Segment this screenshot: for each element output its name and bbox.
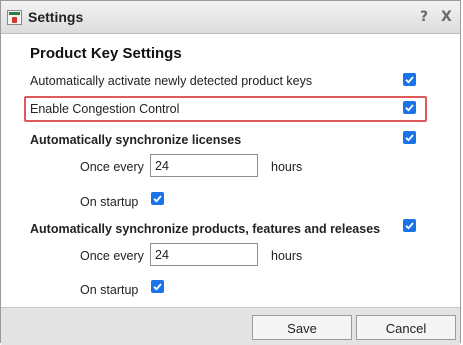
cancel-button[interactable]: Cancel [356, 315, 456, 340]
licenses-interval-unit: hours [271, 160, 303, 174]
check-icon [405, 76, 414, 84]
check-icon [153, 283, 162, 291]
products-interval-label: Once every [80, 249, 144, 263]
check-icon [405, 222, 414, 230]
sync-licenses-checkbox[interactable] [403, 131, 416, 144]
sync-licenses-label: Automatically synchronize licenses [30, 133, 242, 147]
help-button[interactable]: ? [420, 9, 428, 25]
products-startup-label: On startup [80, 283, 139, 297]
save-button[interactable]: Save [252, 315, 352, 340]
auto-activate-label: Automatically activate newly detected pr… [30, 74, 313, 88]
congestion-control-checkbox[interactable] [403, 101, 416, 114]
products-interval-input[interactable] [150, 243, 258, 266]
page-title: Product Key Settings [30, 45, 182, 62]
licenses-interval-label: Once every [80, 160, 144, 174]
settings-dialog: Settings ? X Product Key Settings Automa… [0, 0, 461, 345]
sync-products-label: Automatically synchronize products, feat… [30, 222, 381, 236]
products-interval-unit: hours [271, 249, 303, 263]
licenses-startup-checkbox[interactable] [151, 192, 164, 205]
window-title: Settings [28, 9, 84, 25]
settings-app-icon [7, 10, 22, 25]
licenses-startup-label: On startup [80, 195, 139, 209]
licenses-interval-input[interactable] [150, 154, 258, 177]
close-button[interactable]: X [441, 9, 452, 25]
auto-activate-checkbox[interactable] [403, 73, 416, 86]
check-icon [405, 134, 414, 142]
check-icon [405, 104, 414, 112]
congestion-control-label: Enable Congestion Control [30, 102, 180, 116]
title-bar: Settings ? X [1, 1, 460, 34]
products-startup-checkbox[interactable] [151, 280, 164, 293]
sync-products-checkbox[interactable] [403, 219, 416, 232]
check-icon [153, 195, 162, 203]
